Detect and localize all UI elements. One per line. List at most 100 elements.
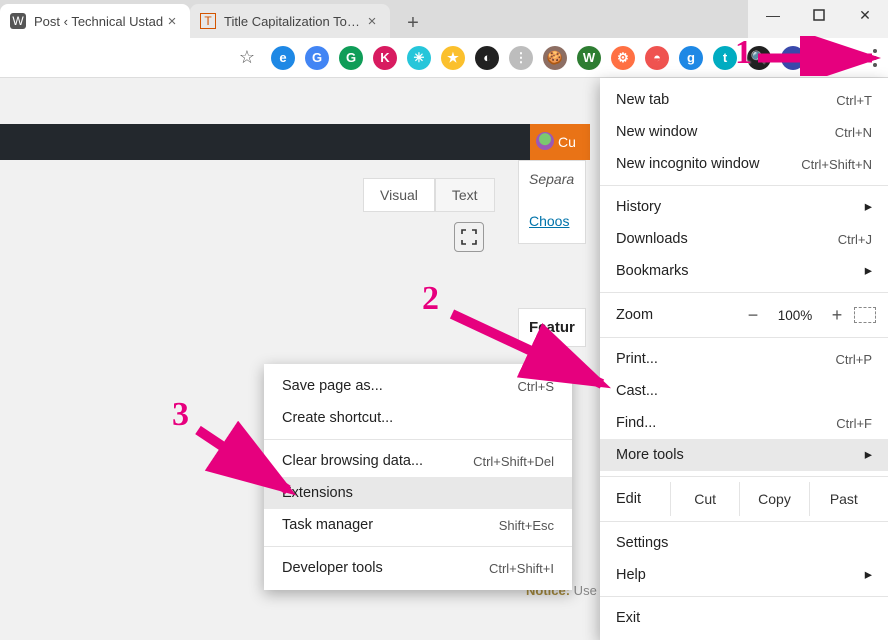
extension-icon-1[interactable]: G <box>305 46 329 70</box>
chrome-menu-button[interactable] <box>866 49 884 67</box>
separa-text: Separa <box>529 171 575 187</box>
extension-icon-7[interactable]: ⋮ <box>509 46 533 70</box>
label: Help <box>616 567 646 583</box>
extension-icon-5[interactable]: ★ <box>441 46 465 70</box>
profile-avatar[interactable]: ● <box>826 46 850 70</box>
menu-help[interactable]: Help▸ <box>600 559 888 591</box>
shortcut: Ctrl+Shift+N <box>801 157 872 172</box>
zoom-in-button[interactable]: + <box>820 305 854 326</box>
zoom-percent: 100% <box>770 308 820 323</box>
shortcut: Ctrl+T <box>836 93 872 108</box>
submenu-clear-browsing-data[interactable]: Clear browsing data... Ctrl+Shift+Del <box>264 445 572 477</box>
chevron-right-icon: ▸ <box>865 447 872 463</box>
chevron-right-icon: ▸ <box>865 199 872 215</box>
extension-icon-15[interactable]: ● <box>781 46 805 70</box>
extension-icon-10[interactable]: ⚙ <box>611 46 635 70</box>
menu-settings[interactable]: Settings <box>600 527 888 559</box>
browser-tab-2[interactable]: T Title Capitalization Tool - Capitali × <box>190 4 390 38</box>
more-tools-submenu: Save page as...Ctrl+S Create shortcut...… <box>264 364 572 590</box>
edit-copy-button[interactable]: Copy <box>739 482 808 516</box>
menu-history[interactable]: History ▸ <box>600 191 888 223</box>
tab-title: Title Capitalization Tool - Capitali <box>224 14 364 29</box>
editor-tab-visual[interactable]: Visual <box>363 178 435 212</box>
new-tab-button[interactable]: + <box>398 8 428 38</box>
menu-divider <box>600 476 888 477</box>
shortcut: Ctrl+S <box>518 379 554 394</box>
label: Developer tools <box>282 560 383 576</box>
menu-incognito[interactable]: New incognito window Ctrl+Shift+N <box>600 148 888 180</box>
shortcut: Ctrl+J <box>838 232 872 247</box>
sidebar-panel-featured: Featur <box>518 308 586 347</box>
label: New tab <box>616 92 669 108</box>
menu-new-tab[interactable]: New tab Ctrl+T <box>600 84 888 116</box>
wp-orange-button[interactable]: Cu <box>530 124 590 160</box>
extension-icon-2[interactable]: G <box>339 46 363 70</box>
extension-icon-11[interactable]: ◓ <box>645 46 669 70</box>
menu-downloads[interactable]: DownloadsCtrl+J <box>600 223 888 255</box>
tab-close-icon[interactable]: × <box>164 13 180 30</box>
menu-more-tools[interactable]: More tools ▸ <box>600 439 888 471</box>
label: Extensions <box>282 485 353 501</box>
shortcut: Ctrl+Shift+Del <box>473 454 554 469</box>
label: Task manager <box>282 517 373 533</box>
menu-divider <box>600 292 888 293</box>
favicon: W <box>10 13 26 29</box>
menu-find[interactable]: Find...Ctrl+F <box>600 407 888 439</box>
annotation-number-3: 3 <box>172 396 189 434</box>
extension-icon-0[interactable]: e <box>271 46 295 70</box>
submenu-developer-tools[interactable]: Developer tools Ctrl+Shift+I <box>264 552 572 584</box>
submenu-extensions[interactable]: Extensions <box>264 477 572 509</box>
extension-icon-6[interactable]: ◐ <box>475 46 499 70</box>
label: Clear browsing data... <box>282 453 423 469</box>
zoom-label: Zoom <box>616 307 736 323</box>
bookmark-star-icon[interactable]: ☆ <box>239 47 255 68</box>
shortcut: Ctrl+N <box>835 125 872 140</box>
submenu-task-manager[interactable]: Task managerShift+Esc <box>264 509 572 541</box>
extension-icon-9[interactable]: W <box>577 46 601 70</box>
menu-bookmarks[interactable]: Bookmarks▸ <box>600 255 888 287</box>
label: New window <box>616 124 697 140</box>
maximize-button[interactable] <box>796 0 842 30</box>
choose-link[interactable]: Choos <box>529 213 569 229</box>
label: Exit <box>616 610 640 626</box>
shortcut: Ctrl+F <box>836 416 872 431</box>
fullscreen-icon[interactable] <box>454 222 484 252</box>
menu-divider <box>600 185 888 186</box>
extension-icon-4[interactable]: ✳ <box>407 46 431 70</box>
extension-icon-12[interactable]: g <box>679 46 703 70</box>
submenu-create-shortcut[interactable]: Create shortcut... <box>264 402 572 434</box>
menu-new-window[interactable]: New window Ctrl+N <box>600 116 888 148</box>
label: New incognito window <box>616 156 759 172</box>
sidebar-panel-1: Separa Choos <box>518 160 586 244</box>
minimize-button[interactable]: — <box>750 0 796 30</box>
editor-tab-text[interactable]: Text <box>435 178 495 212</box>
close-button[interactable]: ✕ <box>842 0 888 30</box>
edit-cut-button[interactable]: Cut <box>670 482 739 516</box>
menu-exit[interactable]: Exit <box>600 602 888 634</box>
extension-icon-8[interactable]: 🍪 <box>543 46 567 70</box>
shortcut: Ctrl+Shift+I <box>489 561 554 576</box>
menu-divider <box>264 546 572 547</box>
label: Create shortcut... <box>282 410 393 426</box>
label: More tools <box>616 447 684 463</box>
zoom-out-button[interactable]: − <box>736 305 770 326</box>
browser-tab-1[interactable]: W Post ‹ Technical Ustad × <box>0 4 190 38</box>
menu-divider <box>600 596 888 597</box>
submenu-save-page[interactable]: Save page as...Ctrl+S <box>264 370 572 402</box>
extension-icon-13[interactable]: t <box>713 46 737 70</box>
favicon: T <box>200 13 216 29</box>
label: History <box>616 199 661 215</box>
fullscreen-toggle-icon[interactable] <box>854 307 876 323</box>
edit-paste-button[interactable]: Past <box>809 482 878 516</box>
toolbar-separator <box>815 46 816 70</box>
extension-icon-3[interactable]: K <box>373 46 397 70</box>
tab-close-icon[interactable]: × <box>364 13 380 30</box>
wp-admin-bar <box>0 124 576 160</box>
label: Print... <box>616 351 658 367</box>
window-controls: — ✕ <box>750 0 888 30</box>
editor-mode-tabs: Visual Text <box>363 178 495 212</box>
menu-cast[interactable]: Cast... <box>600 375 888 407</box>
menu-zoom: Zoom − 100% + <box>600 298 888 332</box>
menu-print[interactable]: Print...Ctrl+P <box>600 343 888 375</box>
chevron-right-icon: ▸ <box>865 263 872 279</box>
